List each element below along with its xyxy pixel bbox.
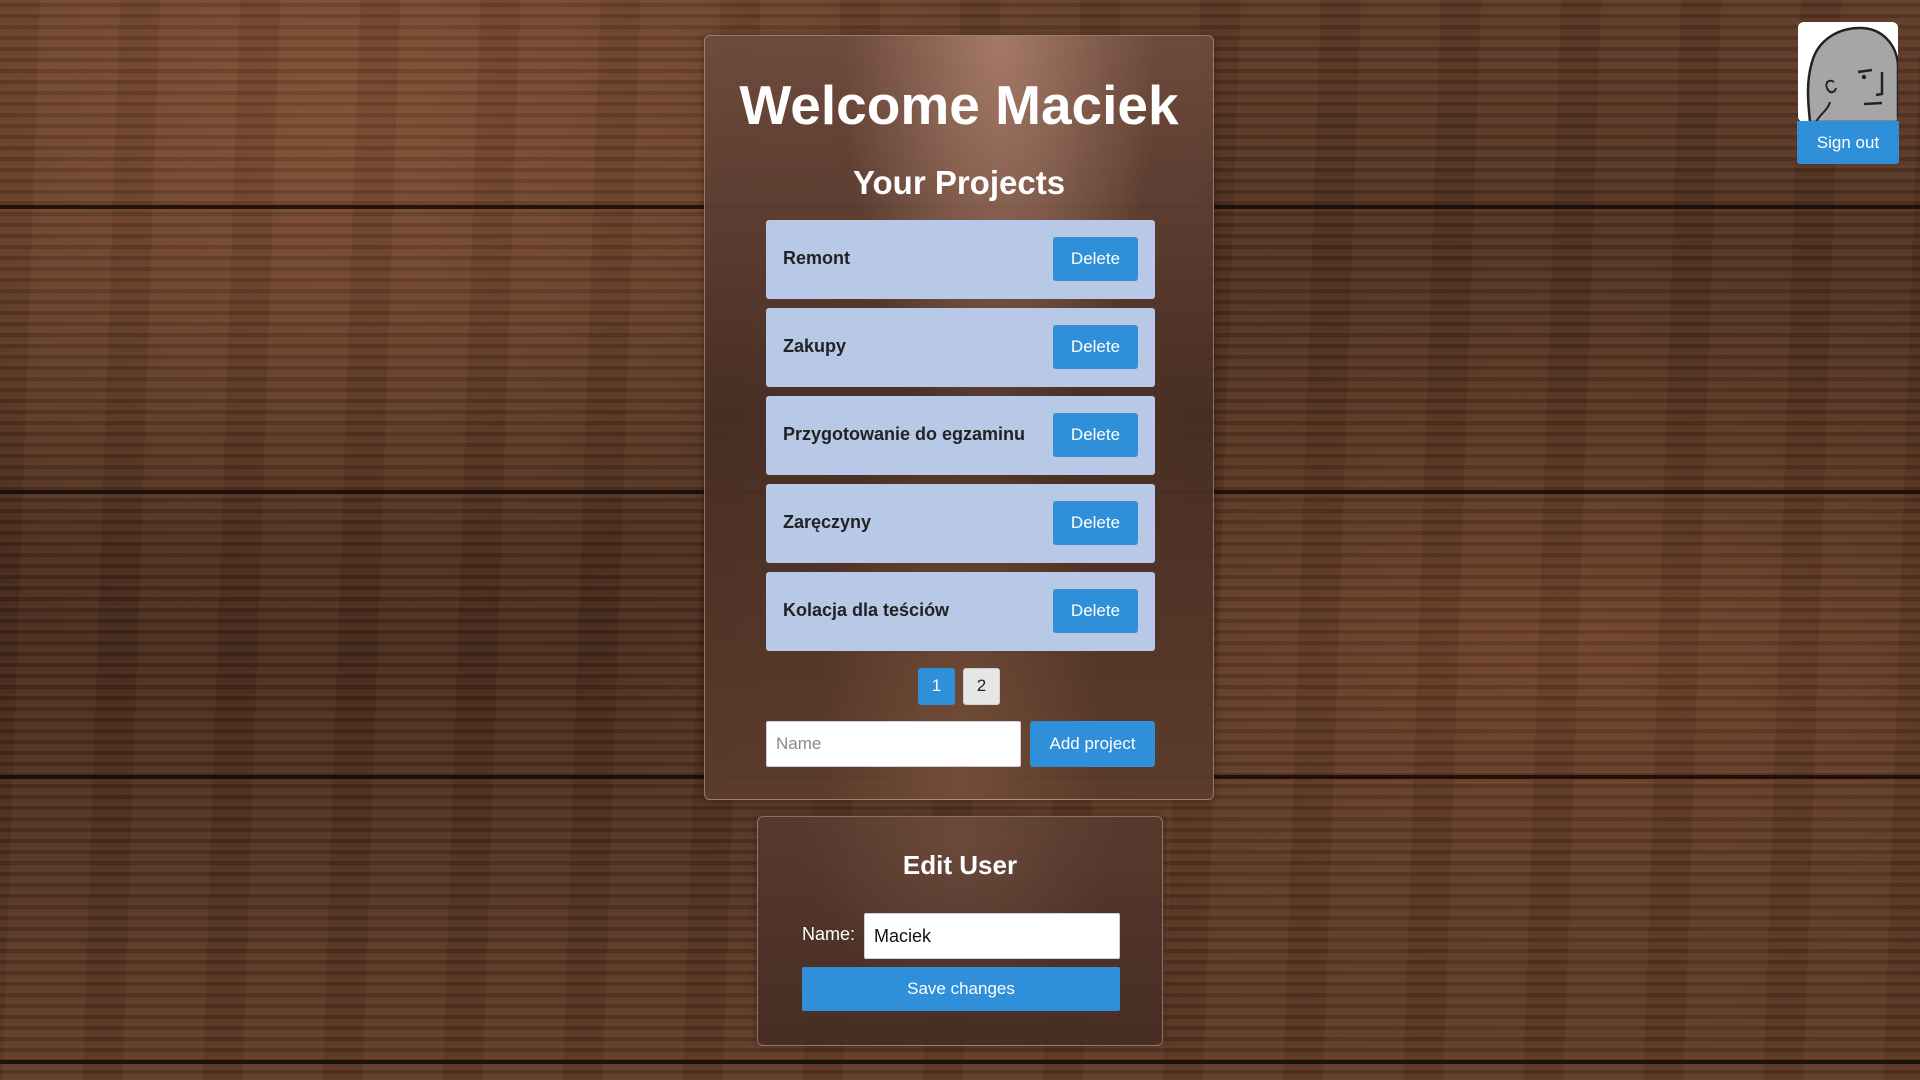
sign-out-button[interactable]: Sign out (1797, 121, 1899, 164)
name-label: Name: (802, 924, 856, 944)
project-name-input[interactable] (766, 721, 1021, 767)
projects-heading: Your Projects (852, 164, 1066, 201)
delete-project-button[interactable]: Delete (1053, 325, 1138, 369)
project-item[interactable]: Zaręczyny Delete (766, 484, 1155, 563)
project-name: Zaręczyny (783, 512, 872, 532)
project-item[interactable]: Kolacja dla teściów Delete (766, 572, 1155, 651)
page-button-1[interactable]: 1 (918, 668, 955, 705)
project-name: Remont (783, 248, 850, 268)
delete-project-button[interactable]: Delete (1053, 413, 1138, 457)
project-name: Przygotowanie do egzaminu (783, 424, 1026, 444)
delete-project-button[interactable]: Delete (1053, 501, 1138, 545)
save-changes-button[interactable]: Save changes (802, 967, 1120, 1011)
page-button-2[interactable]: 2 (963, 668, 1000, 705)
project-item[interactable]: Zakupy Delete (766, 308, 1155, 387)
welcome-title: Welcome Maciek (739, 74, 1179, 136)
project-list: Remont Delete Zakupy Delete Przygotowani… (766, 220, 1155, 660)
avatar[interactable] (1798, 22, 1898, 122)
project-name: Kolacja dla teściów (783, 600, 950, 620)
projects-panel: Welcome Maciek Your Projects Remont Dele… (704, 35, 1214, 800)
user-name-input[interactable] (864, 913, 1120, 959)
project-item[interactable]: Przygotowanie do egzaminu Delete (766, 396, 1155, 475)
pagination: 1 2 (705, 668, 1213, 705)
project-item[interactable]: Remont Delete (766, 220, 1155, 299)
project-name: Zakupy (783, 336, 847, 356)
edit-user-panel: Edit User Name: Save changes (757, 816, 1163, 1046)
delete-project-button[interactable]: Delete (1053, 237, 1138, 281)
user-avatar-icon (1798, 22, 1898, 122)
add-project-button[interactable]: Add project (1030, 721, 1155, 767)
edit-user-heading: Edit User (902, 850, 1018, 880)
delete-project-button[interactable]: Delete (1053, 589, 1138, 633)
